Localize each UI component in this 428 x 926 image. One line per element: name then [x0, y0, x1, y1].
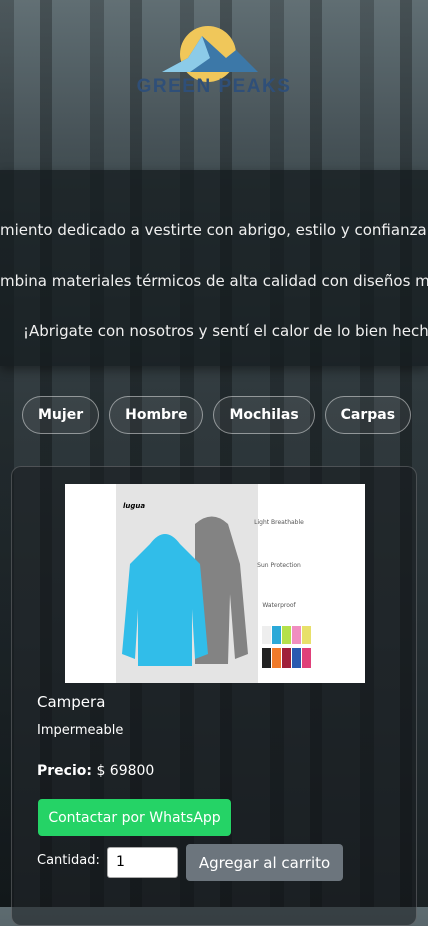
quantity-label: Cantidad: — [37, 853, 100, 868]
feature-text: Sun Protection — [257, 562, 301, 569]
brand-name: GREEN PEAKS — [136, 76, 292, 97]
category-carpas[interactable]: Carpas — [324, 396, 412, 434]
product-description: Impermeable — [37, 723, 124, 738]
jackets-icon — [122, 516, 248, 666]
category-nav: Mujer Hombre Mochilas Carpas — [22, 396, 412, 434]
feature-text: Waterproof — [262, 602, 296, 609]
hero-banner: miento dedicado a vestirte con abrigo, e… — [0, 170, 428, 366]
category-mochilas[interactable]: Mochilas — [213, 396, 315, 434]
product-image: lugua Light Breathable Sun Protection Wa… — [65, 484, 365, 683]
feature-text: Light Breathable — [254, 519, 304, 526]
banner-line: miento dedicado a vestirte con abrigo, e… — [0, 221, 428, 239]
banner-line: mbina materiales térmicos de alta calida… — [0, 272, 428, 290]
add-to-cart-button[interactable]: Agregar al carrito — [186, 844, 343, 881]
product-price: Precio: $ 69800 — [37, 763, 154, 779]
price-label: Precio: — [37, 763, 92, 779]
category-hombre[interactable]: Hombre — [109, 396, 204, 434]
banner-line: ¡Abrigate con nosotros y sentí el calor … — [23, 322, 428, 340]
category-mujer[interactable]: Mujer — [22, 396, 100, 434]
color-swatches-icon — [262, 626, 311, 668]
header: GREEN PEAKS — [0, 0, 428, 170]
product-card: lugua Light Breathable Sun Protection Wa… — [11, 466, 417, 926]
quantity-input[interactable]: 1 — [107, 847, 178, 878]
price-value: $ 69800 — [96, 763, 155, 779]
image-brand: lugua — [123, 502, 146, 510]
product-name: Campera — [37, 693, 106, 711]
whatsapp-button[interactable]: Contactar por WhatsApp — [38, 799, 231, 836]
